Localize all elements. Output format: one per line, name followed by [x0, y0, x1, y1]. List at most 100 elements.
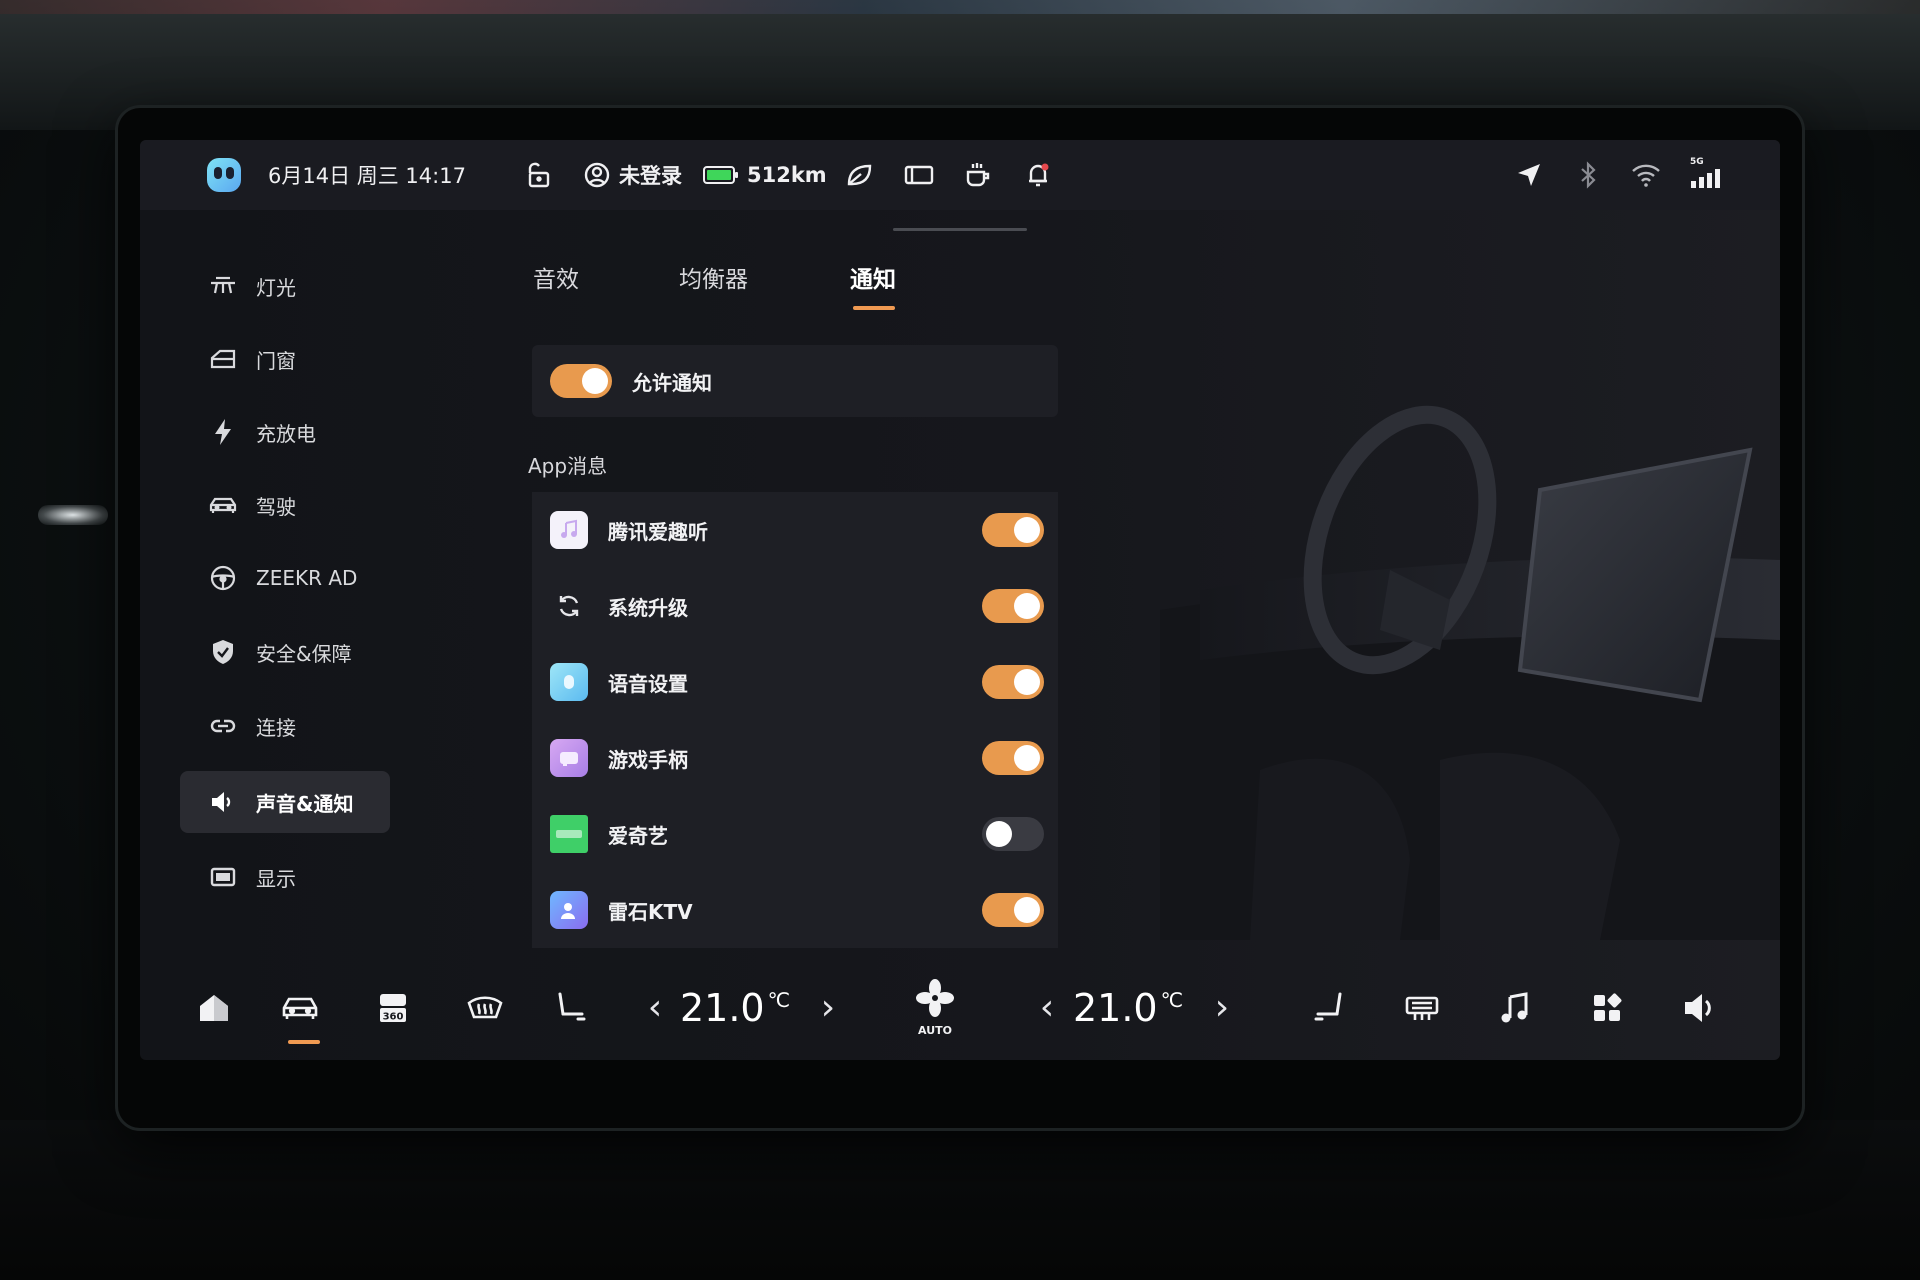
light-icon [208, 275, 238, 297]
sidebar-item-safety[interactable]: 安全&保障 [180, 621, 390, 683]
sidebar-item-label: 安全&保障 [256, 641, 352, 666]
sidebar-item-connect[interactable]: 连接 [180, 695, 390, 757]
bluetooth-icon[interactable] [1577, 140, 1599, 210]
driver-seat-icon[interactable] [540, 955, 600, 1060]
refresh-icon [550, 587, 588, 625]
volume-icon[interactable] [1670, 955, 1730, 1060]
iqiyi-logo-icon [550, 815, 588, 853]
bottom-dock: 360 ‹ 21.0 ℃ › AUTO ‹ 21.0 ℃ › [140, 955, 1780, 1060]
sidebar-item-label: 连接 [256, 715, 296, 740]
left-temperature: 21.0 ℃ [680, 955, 790, 1060]
app-toggle[interactable] [982, 589, 1044, 623]
voice-assistant-icon [550, 663, 588, 701]
sidebar-item-doors-windows[interactable]: 门窗 [180, 328, 390, 390]
drawer-handle[interactable] [893, 228, 1027, 231]
svg-text:360: 360 [383, 1011, 404, 1022]
list-item-tencent-music: 腾讯爱趣听 [532, 492, 1058, 568]
navigation-arrow-icon[interactable] [1515, 140, 1543, 210]
shield-icon [208, 638, 238, 666]
360-camera-icon[interactable]: 360 [363, 955, 423, 1060]
app-toggle[interactable] [982, 817, 1044, 851]
active-tab-indicator [853, 306, 895, 310]
infotainment-screen: 6月14日 周三 14:17 未登录 512km 5G 灯光 门窗 充放电 驾驶… [140, 140, 1780, 1060]
app-name: 系统升级 [608, 595, 688, 620]
signal-bars-icon: 5G [1690, 157, 1722, 191]
left-temp-increase[interactable]: › [808, 955, 848, 1060]
temp-unit: ℃ [1160, 987, 1184, 1012]
rear-defrost-icon[interactable] [1392, 955, 1452, 1060]
user-label: 未登录 [619, 164, 682, 188]
sidebar-item-charging[interactable]: 充放电 [180, 401, 390, 463]
tab-sound-effects[interactable]: 音效 [533, 260, 579, 294]
coffee-mode-icon[interactable] [963, 140, 993, 210]
wifi-icon[interactable] [1630, 140, 1662, 210]
assistant-avatar[interactable] [205, 140, 243, 210]
temp-unit: ℃ [767, 987, 791, 1012]
sidebar-item-label: ZEEKR AD [256, 566, 358, 590]
music-note-icon [550, 511, 588, 549]
list-item-system-upgrade: 系统升级 [532, 568, 1058, 644]
right-temp-value: 21.0 [1072, 985, 1158, 1030]
app-name: 雷石KTV [608, 899, 693, 924]
apps-grid-icon[interactable] [1577, 955, 1637, 1060]
ktv-singer-icon [550, 891, 588, 929]
speaker-icon [208, 789, 238, 815]
sidebar-item-lights[interactable]: 灯光 [180, 255, 390, 317]
windshield-reflection [0, 0, 1920, 14]
range-value: 512km [747, 163, 827, 187]
left-temp-decrease[interactable]: ‹ [635, 955, 675, 1060]
steering-wheel-icon [208, 564, 238, 592]
status-bar: 6月14日 周三 14:17 未登录 512km 5G [140, 140, 1780, 210]
app-name: 游戏手柄 [608, 747, 688, 772]
fan-auto-button[interactable]: AUTO [900, 955, 970, 1060]
display-icon [208, 866, 238, 888]
tab-notifications[interactable]: 通知 [850, 260, 896, 294]
passenger-seat-icon[interactable] [1300, 955, 1360, 1060]
gamepad-icon [550, 739, 588, 777]
list-item-voice-settings: 语音设置 [532, 644, 1058, 720]
allow-notifications-row: 允许通知 [532, 345, 1058, 417]
eco-leaf-icon[interactable] [844, 140, 874, 210]
bolt-icon [208, 418, 238, 446]
network-badge: 5G [1690, 157, 1704, 167]
app-messages-heading: App消息 [528, 454, 608, 478]
battery-icon [703, 164, 739, 186]
sidebar-item-zeekr-ad[interactable]: ZEEKR AD [180, 547, 390, 609]
right-temp-decrease[interactable]: ‹ [1027, 955, 1067, 1060]
fan-icon [915, 978, 955, 1022]
car-interior-illustration [1140, 340, 1780, 940]
sidebar-item-label: 门窗 [256, 348, 296, 373]
active-dock-indicator [288, 1040, 320, 1044]
right-temp-increase[interactable]: › [1202, 955, 1242, 1060]
music-icon[interactable] [1485, 955, 1545, 1060]
user-icon [583, 161, 611, 189]
sidebar-item-label: 显示 [256, 866, 296, 891]
home-icon[interactable] [184, 955, 244, 1060]
car-icon [208, 494, 238, 516]
app-name: 爱奇艺 [608, 823, 668, 848]
app-toggle[interactable] [982, 665, 1044, 699]
unlock-icon[interactable] [522, 140, 552, 210]
sidebar-item-label: 驾驶 [256, 494, 296, 519]
app-name: 腾讯爱趣听 [608, 519, 708, 544]
allow-notifications-toggle[interactable] [550, 364, 612, 398]
sidebar-item-sound-notifications[interactable]: 声音&通知 [180, 771, 390, 833]
sidebar-item-label: 充放电 [256, 421, 316, 446]
screen-mirror-icon[interactable] [903, 140, 935, 210]
user-status[interactable]: 未登录 [583, 140, 682, 210]
front-defrost-icon[interactable] [455, 955, 515, 1060]
tab-equalizer[interactable]: 均衡器 [679, 260, 748, 294]
sidebar-item-driving[interactable]: 驾驶 [180, 474, 390, 536]
battery-range: 512km [703, 140, 827, 210]
sidebar-item-display[interactable]: 显示 [180, 846, 390, 908]
dashboard-bottom [0, 1120, 1920, 1280]
notification-bell-icon[interactable] [1023, 140, 1053, 210]
vehicle-icon[interactable] [270, 955, 330, 1060]
list-item-gamepad: 游戏手柄 [532, 720, 1058, 796]
list-item-leishi-ktv: 雷石KTV [532, 872, 1058, 948]
app-toggle[interactable] [982, 893, 1044, 927]
cellular-signal: 5G [1690, 140, 1722, 210]
app-toggle[interactable] [982, 741, 1044, 775]
app-toggle[interactable] [982, 513, 1044, 547]
allow-notifications-label: 允许通知 [632, 371, 712, 395]
